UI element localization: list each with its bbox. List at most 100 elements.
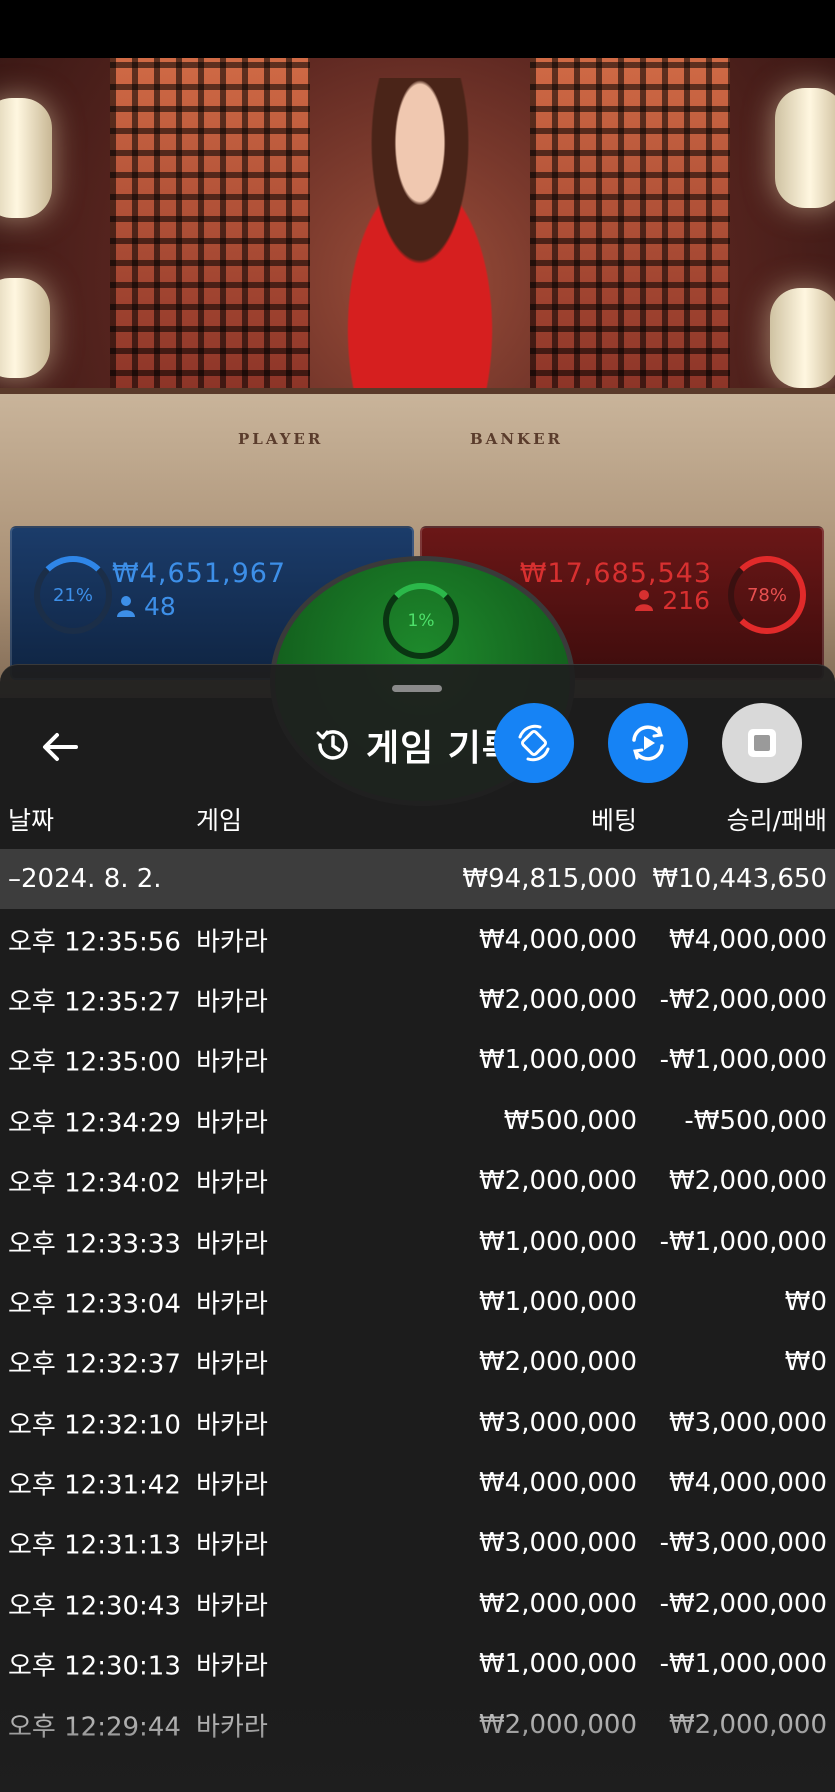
row-time: 오후 12:30:43: [8, 1591, 181, 1622]
column-game: 게임: [196, 806, 243, 835]
row-bet: ₩3,000,000: [478, 1528, 637, 1559]
row-bet: ₩2,000,000: [478, 1347, 637, 1378]
table-row[interactable]: 오후 12:32:10 바카라 ₩3,000,000 ₩3,000,000: [0, 1393, 835, 1453]
window-right: [530, 58, 730, 398]
row-winloss: ₩4,000,000: [668, 924, 827, 955]
replay-button[interactable]: [608, 703, 688, 783]
banker-bet-count: 216: [634, 586, 710, 615]
table-row[interactable]: 오후 12:35:00 바카라 ₩1,000,000 -₩1,000,000: [0, 1030, 835, 1090]
row-time: 오후 12:33:33: [8, 1229, 181, 1260]
row-winloss: ₩0: [784, 1347, 827, 1378]
banker-percent-ring: 78%: [728, 556, 806, 634]
lantern: [770, 288, 835, 388]
row-game: 바카라: [196, 1591, 268, 1622]
table-row[interactable]: 오후 12:33:33 바카라 ₩1,000,000 -₩1,000,000: [0, 1211, 835, 1271]
row-bet: ₩2,000,000: [478, 1588, 637, 1619]
date-summary-row[interactable]: –2024. 8. 2. ₩94,815,000 ₩10,443,650: [0, 849, 835, 910]
row-time: 오후 12:35:56: [8, 927, 181, 958]
row-time: 오후 12:34:02: [8, 1168, 181, 1199]
row-winloss: -₩1,000,000: [659, 1226, 827, 1257]
table-row[interactable]: 오후 12:29:44 바카라 ₩2,000,000 ₩2,000,000: [0, 1694, 835, 1754]
row-time: 오후 12:31:42: [8, 1470, 181, 1501]
row-game: 바카라: [196, 1108, 268, 1139]
row-time: 오후 12:29:44: [8, 1712, 181, 1743]
row-winloss: -₩3,000,000: [659, 1528, 827, 1559]
row-game: 바카라: [196, 1530, 268, 1561]
summary-bet: ₩94,815,000: [462, 864, 637, 895]
column-bet: 베팅: [590, 806, 637, 835]
table-row[interactable]: 오후 12:31:42 바카라 ₩4,000,000 ₩4,000,000: [0, 1453, 835, 1513]
row-game: 바카라: [196, 1470, 268, 1501]
player-percent: 21%: [52, 584, 93, 606]
row-time: 오후 12:30:13: [8, 1651, 181, 1682]
history-clock-icon: [316, 730, 348, 760]
row-time: 오후 12:31:13: [8, 1530, 181, 1561]
person-icon: [117, 596, 135, 617]
stop-icon: [748, 729, 776, 757]
rotate-device-icon: [518, 724, 550, 762]
row-bet: ₩1,000,000: [478, 1649, 637, 1680]
player-bet-count: 48: [116, 592, 176, 621]
table-row[interactable]: 오후 12:35:27 바카라 ₩2,000,000 -₩2,000,000: [0, 970, 835, 1030]
row-bet: ₩2,000,000: [478, 984, 637, 1015]
player-count-value: 48: [143, 592, 176, 621]
row-bet: ₩2,000,000: [478, 1166, 637, 1197]
row-game: 바카라: [196, 1047, 268, 1078]
rotate-button[interactable]: [494, 703, 574, 783]
table-row[interactable]: 오후 12:34:02 바카라 ₩2,000,000 ₩2,000,000: [0, 1151, 835, 1211]
person-icon: [635, 590, 654, 611]
banker-percent: 78%: [746, 584, 787, 606]
sheet-drag-handle[interactable]: [392, 685, 442, 692]
table-row[interactable]: 오후 12:30:43 바카라 ₩2,000,000 -₩2,000,000: [0, 1574, 835, 1634]
table-row[interactable]: 오후 12:35:56 바카라 ₩4,000,000 ₩4,000,000: [0, 909, 835, 969]
row-winloss: -₩500,000: [684, 1105, 827, 1136]
table-label-banker: BANKER: [470, 430, 563, 448]
row-bet: ₩2,000,000: [478, 1709, 637, 1740]
row-winloss: -₩2,000,000: [659, 1588, 827, 1619]
replay-icon: [632, 725, 664, 761]
player-percent-ring: 21%: [34, 556, 112, 634]
row-game: 바카라: [196, 987, 268, 1018]
banker-bet-amount: ₩17,685,543: [519, 558, 712, 589]
history-table: –2024. 8. 2. ₩94,815,000 ₩10,443,650 오후 …: [0, 849, 835, 1755]
row-winloss: ₩2,000,000: [668, 1166, 827, 1197]
row-game: 바카라: [196, 1229, 268, 1260]
row-game: 바카라: [196, 1168, 268, 1199]
row-time: 오후 12:32:10: [8, 1410, 181, 1441]
row-game: 바카라: [196, 1410, 268, 1441]
table-row[interactable]: 오후 12:34:29 바카라 ₩500,000 -₩500,000: [0, 1091, 835, 1151]
table-row[interactable]: 오후 12:32:37 바카라 ₩2,000,000 ₩0: [0, 1332, 835, 1392]
row-bet: ₩1,000,000: [478, 1286, 637, 1317]
row-winloss: ₩0: [784, 1286, 827, 1317]
lantern: [0, 98, 52, 218]
column-date: 날짜: [8, 806, 55, 835]
row-game: 바카라: [196, 1349, 268, 1380]
row-winloss: -₩1,000,000: [659, 1649, 827, 1680]
row-bet: ₩1,000,000: [478, 1045, 637, 1076]
row-game: 바카라: [196, 927, 268, 958]
sheet-header: 게임 기록: [312, 715, 516, 775]
back-button[interactable]: [30, 717, 90, 777]
tie-percent: 1%: [407, 611, 435, 631]
row-bet: ₩4,000,000: [478, 924, 637, 955]
row-time: 오후 12:34:29: [8, 1108, 181, 1139]
row-bet: ₩500,000: [503, 1105, 637, 1136]
stop-button[interactable]: [722, 703, 802, 783]
row-game: 바카라: [196, 1289, 268, 1320]
row-time: 오후 12:33:04: [8, 1289, 181, 1320]
row-winloss: ₩4,000,000: [668, 1468, 827, 1499]
row-winloss: ₩3,000,000: [668, 1407, 827, 1438]
banker-count-value: 216: [662, 586, 710, 615]
row-winloss: ₩2,000,000: [668, 1709, 827, 1740]
row-time: 오후 12:35:00: [8, 1047, 181, 1078]
table-row[interactable]: 오후 12:31:13 바카라 ₩3,000,000 -₩3,000,000: [0, 1513, 835, 1573]
table-header: 날짜 게임 베팅 승리/패배: [0, 801, 835, 841]
row-time: 오후 12:32:37: [8, 1349, 181, 1380]
table-row[interactable]: 오후 12:33:04 바카라 ₩1,000,000 ₩0: [0, 1272, 835, 1332]
dealer: [300, 78, 540, 438]
tie-percent-ring: 1%: [383, 583, 459, 659]
row-time: 오후 12:35:27: [8, 987, 181, 1018]
table-row[interactable]: 오후 12:30:13 바카라 ₩1,000,000 -₩1,000,000: [0, 1634, 835, 1694]
row-bet: ₩3,000,000: [478, 1407, 637, 1438]
row-game: 바카라: [196, 1712, 268, 1743]
